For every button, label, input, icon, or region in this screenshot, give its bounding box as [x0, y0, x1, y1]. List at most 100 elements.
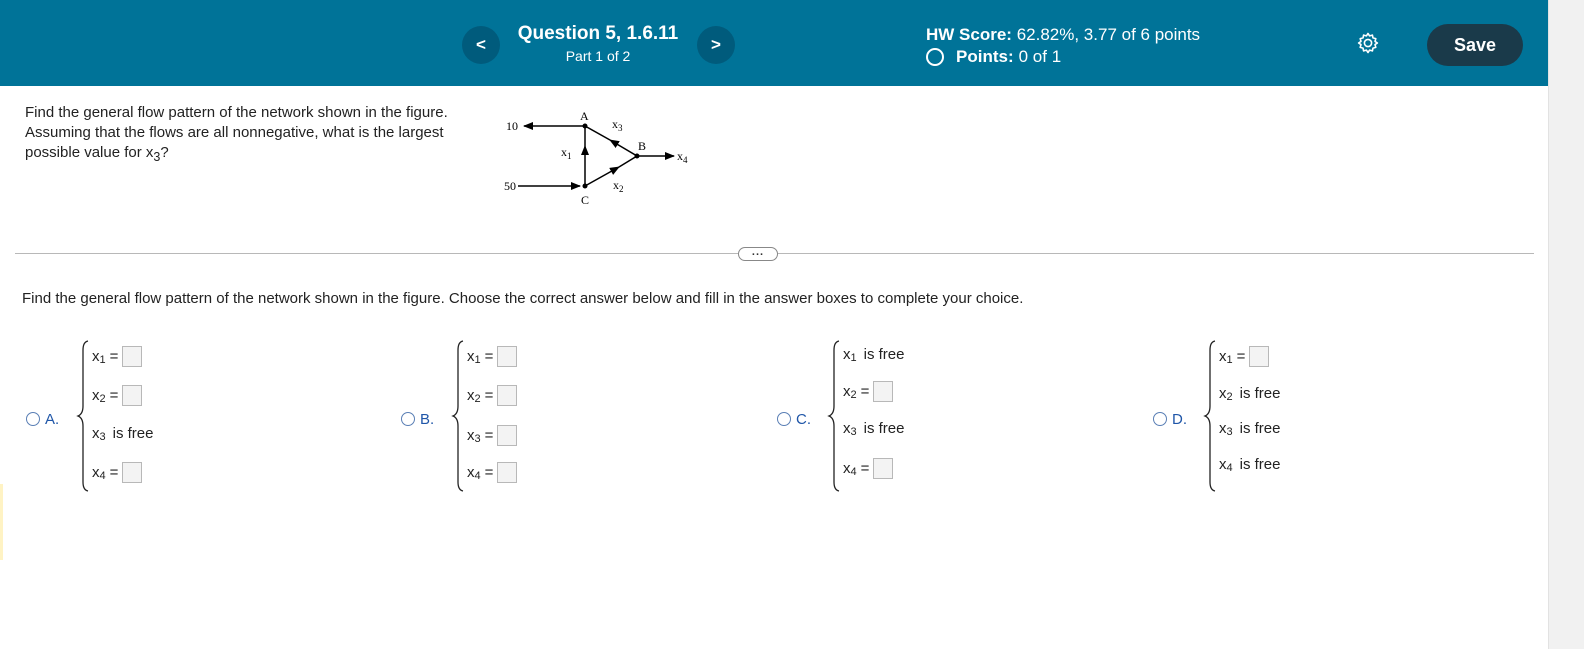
question-text-main: Find the general flow pattern of the net… [25, 104, 448, 161]
variable-name: x [843, 460, 851, 477]
variable-subscript: 2 [99, 392, 106, 405]
label-x2: x2 [613, 178, 624, 194]
equation-row: x 1 = [1219, 346, 1270, 367]
variable-name: x [1219, 456, 1227, 473]
answer-input-box[interactable] [497, 346, 518, 367]
question-prompt: Find the general flow pattern of the net… [25, 103, 490, 167]
left-brace-icon [76, 340, 89, 492]
expand-ellipsis-button[interactable]: ... [738, 247, 778, 261]
question-part: Part 1 of 2 [565, 48, 631, 64]
variable-subscript: 1 [99, 353, 106, 366]
node-b [634, 153, 640, 159]
variable-subscript: 4 [850, 465, 857, 478]
answer-input-box[interactable] [497, 425, 518, 446]
is-free-text: is free [1239, 385, 1281, 402]
left-highlight-marker [0, 484, 3, 560]
hw-score-value: 62.82%, 3.77 of 6 points [1016, 25, 1201, 44]
points: Points: 0 of 1 [926, 47, 1061, 67]
is-free-text: is free [1239, 456, 1281, 473]
equation-row: x 3 is free [92, 425, 154, 443]
equation-row: x 4 = [843, 458, 894, 479]
variable-subscript: 4 [99, 469, 106, 482]
equals-sign: = [484, 427, 494, 444]
hw-score: HW Score: 62.82%, 3.77 of 6 points [926, 25, 1200, 45]
next-question-button[interactable]: > [697, 26, 735, 64]
variable-name: x [92, 348, 100, 365]
variable-name: x [467, 348, 475, 365]
choice-radio-c[interactable] [777, 412, 791, 426]
equals-sign: = [860, 460, 870, 477]
variable-name: x [1219, 385, 1227, 402]
previous-question-button[interactable]: < [462, 26, 500, 64]
equals-sign: = [484, 348, 494, 365]
points-label: Points: [956, 47, 1014, 66]
points-circle-icon [926, 48, 944, 66]
equation-row: x 2 = [843, 381, 894, 402]
equals-sign: = [484, 464, 494, 481]
label-in-50: 50 [504, 179, 516, 193]
variable-name: x [1219, 420, 1227, 437]
answer-input-box[interactable] [122, 346, 143, 367]
answer-input-box[interactable] [1249, 346, 1270, 367]
chevron-left-icon: < [476, 35, 486, 54]
variable-name: x [843, 346, 851, 363]
answer-input-box[interactable] [122, 385, 143, 406]
equation-row: x 4 is free [1219, 456, 1281, 474]
hw-score-label: HW Score: [926, 25, 1012, 44]
variable-subscript: 4 [1226, 461, 1233, 474]
label-c: C [581, 193, 589, 207]
variable-name: x [1219, 348, 1227, 365]
choice-radio-b[interactable] [401, 412, 415, 426]
equation-row: x 2 = [467, 385, 518, 406]
equation-row: x 1 = [467, 346, 518, 367]
vertical-scrollbar[interactable] [1548, 0, 1584, 649]
is-free-text: is free [863, 346, 905, 363]
equals-sign: = [109, 464, 119, 481]
equation-row: x 3 is free [1219, 420, 1281, 438]
variable-subscript: 1 [1226, 353, 1233, 366]
choice-letter: C. [796, 411, 811, 428]
label-x4: x4 [677, 149, 688, 165]
chevron-right-icon: > [711, 35, 721, 54]
points-value: 0 of 1 [1018, 47, 1062, 66]
choice-radio-d[interactable] [1153, 412, 1167, 426]
variable-subscript: 3 [99, 430, 106, 443]
is-free-text: is free [863, 420, 905, 437]
variable-name: x [92, 464, 100, 481]
variable-name: x [92, 425, 100, 442]
variable-subscript: 2 [474, 392, 481, 405]
label-in-10: 10 [506, 119, 518, 133]
choice-radio-a[interactable] [26, 412, 40, 426]
label-a: A [580, 109, 589, 123]
label-b: B [638, 139, 646, 153]
settings-gear-icon[interactable] [1356, 31, 1380, 55]
edge-x2 [584, 155, 638, 187]
question-text-end: ? [160, 144, 169, 161]
left-brace-icon [827, 340, 840, 492]
left-brace-icon [1203, 340, 1216, 492]
answer-input-box[interactable] [873, 458, 894, 479]
equals-sign: = [484, 387, 494, 404]
choice-letter: A. [45, 411, 60, 428]
question-title: Question 5, 1.6.11 [517, 23, 679, 44]
equation-row: x 4 = [467, 462, 518, 483]
variable-name: x [467, 427, 475, 444]
variable-subscript: 1 [850, 351, 857, 364]
is-free-text: is free [1239, 420, 1281, 437]
answer-input-box[interactable] [497, 385, 518, 406]
equation-row: x 2 = [92, 385, 143, 406]
left-brace-icon [451, 340, 464, 492]
answer-input-box[interactable] [497, 462, 518, 483]
equation-row: x 2 is free [1219, 385, 1281, 403]
instruction-text: Find the general flow pattern of the net… [22, 290, 1024, 307]
answer-input-box[interactable] [122, 462, 143, 483]
variable-name: x [467, 464, 475, 481]
variable-subscript: 3 [850, 425, 857, 438]
answer-input-box[interactable] [873, 381, 894, 402]
node-a [582, 123, 588, 129]
choice-letter: D. [1172, 411, 1187, 428]
is-free-text: is free [112, 425, 154, 442]
variable-subscript: 1 [474, 353, 481, 366]
choice-letter: B. [420, 411, 435, 428]
save-button[interactable]: Save [1427, 24, 1523, 66]
